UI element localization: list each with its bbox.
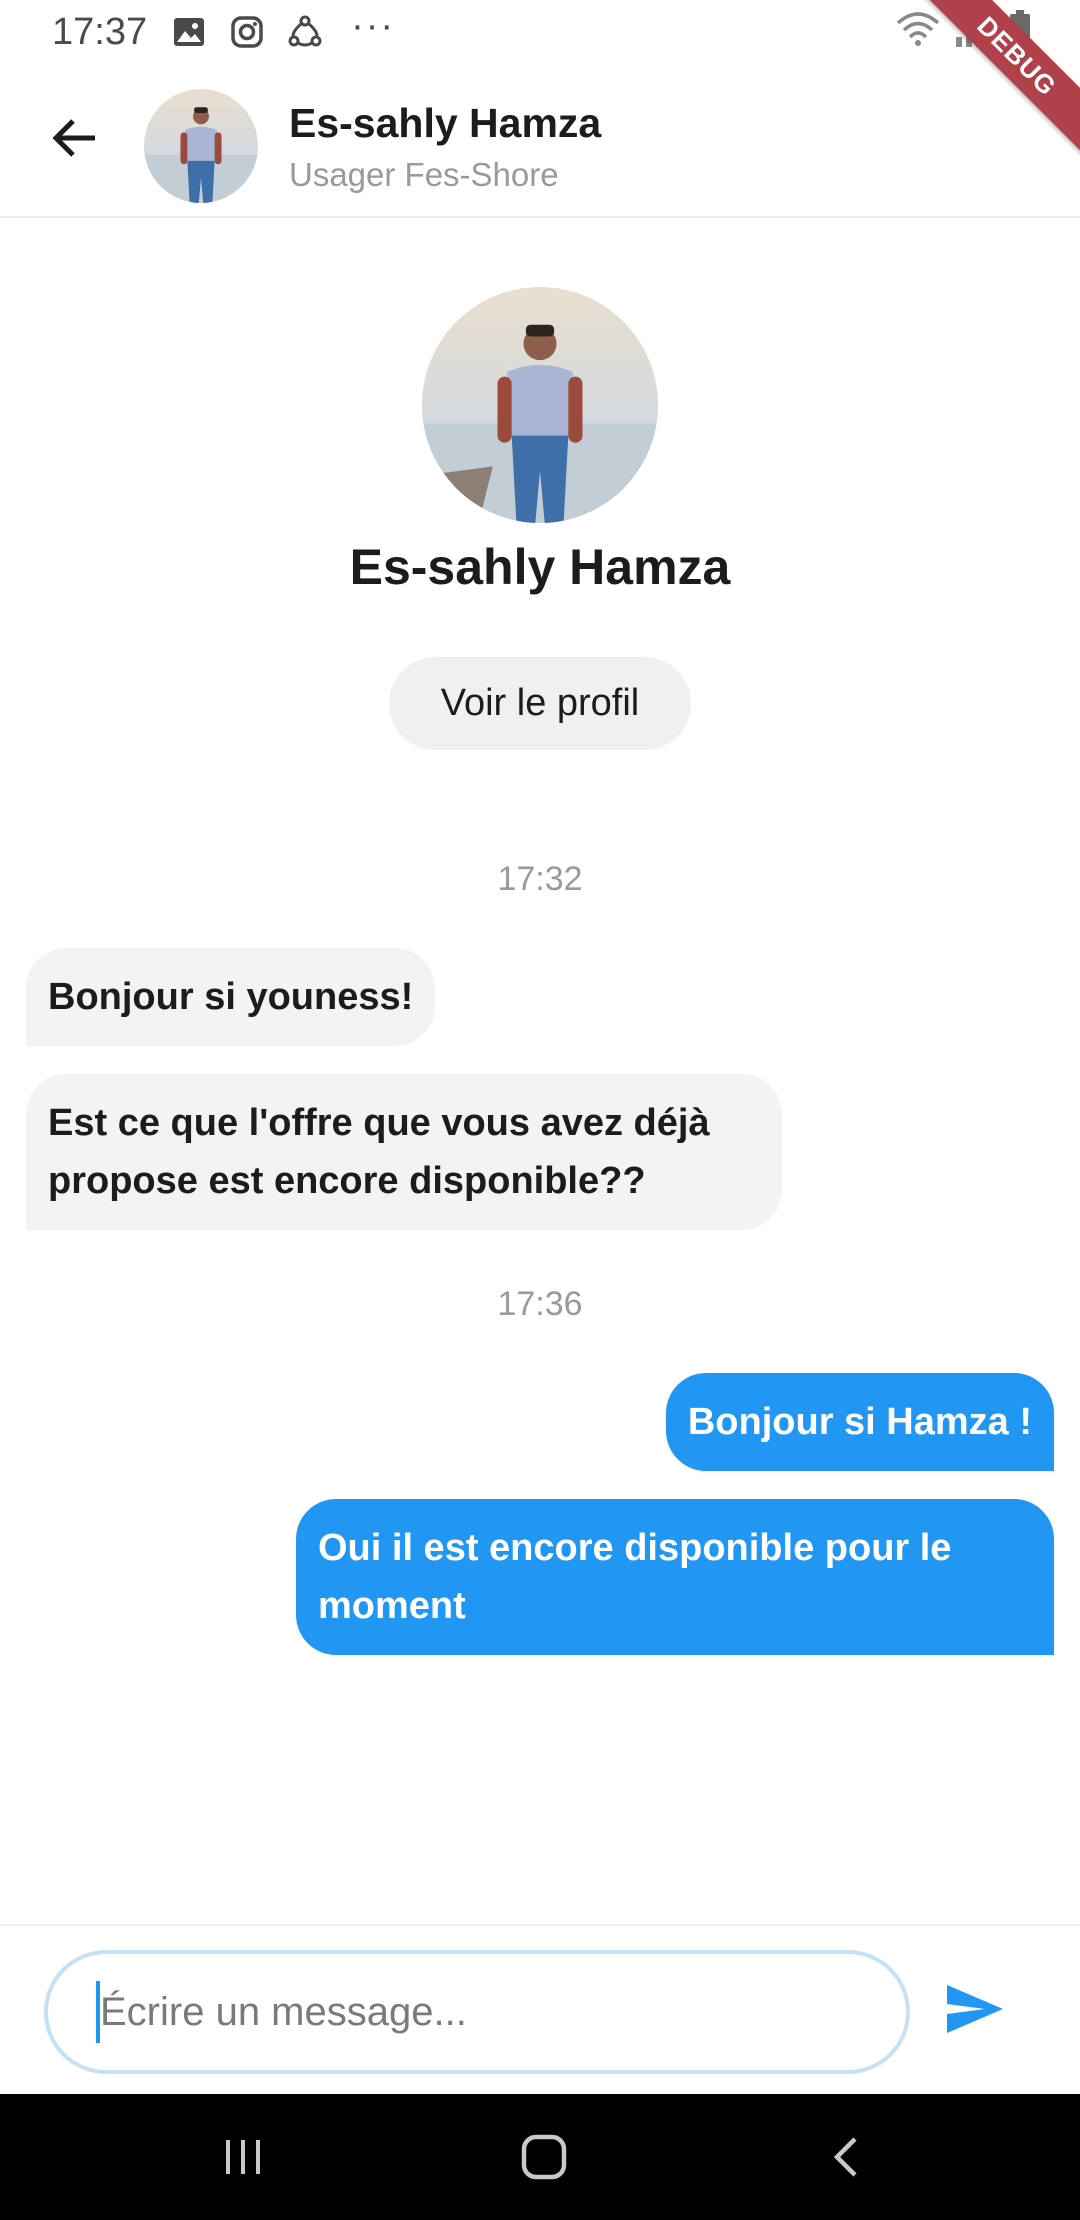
profile-avatar (422, 287, 658, 523)
message-timestamp: 17:32 (497, 860, 583, 898)
instagram-icon (227, 12, 267, 52)
home-icon (521, 2134, 567, 2180)
message-timestamp: 17:36 (497, 1285, 583, 1323)
message-input-container[interactable] (44, 1950, 910, 2074)
chat-header: Es-sahly Hamza Usager Fes-Shore (0, 64, 1080, 218)
status-time: 17:37 (52, 10, 148, 53)
send-button[interactable] (940, 1974, 1010, 2044)
arrow-back-icon (52, 119, 95, 157)
back-button[interactable] (44, 108, 104, 168)
status-bar: 17:37 ··· (0, 0, 1080, 64)
message-composer (0, 1924, 1080, 2094)
header-contact-subtitle: Usager Fes-Shore (289, 156, 559, 193)
header-avatar[interactable] (144, 89, 258, 203)
system-navigation-bar (0, 2094, 1080, 2220)
chevron-left-icon (833, 2137, 857, 2177)
outgoing-message-bubble[interactable]: Bonjour si Hamza ! (665, 1373, 1054, 1471)
share-icon (285, 12, 325, 52)
image-icon (169, 12, 209, 52)
incoming-message-bubble[interactable]: Bonjour si youness! (26, 948, 436, 1046)
nav-back-button[interactable] (817, 2127, 877, 2187)
recent-apps-icon (226, 2140, 260, 2174)
chat-screen: 17:37 ··· DEBUG Es-sahly Hamza Usager Fe… (0, 0, 1080, 2220)
incoming-message-bubble[interactable]: Est ce que l'offre que vous avez déjà pr… (26, 1074, 782, 1230)
avatar-photo (144, 89, 258, 203)
more-notifications-icon: ··· (351, 5, 396, 47)
header-contact-name: Es-sahly Hamza (289, 100, 602, 146)
message-input[interactable] (100, 1989, 860, 2035)
send-icon (947, 1985, 1003, 2033)
profile-name: Es-sahly Hamza (349, 539, 731, 595)
wifi-icon (896, 11, 940, 57)
recent-apps-button[interactable] (213, 2127, 273, 2187)
home-button[interactable] (514, 2127, 574, 2187)
avatar-photo (422, 287, 658, 523)
view-profile-button[interactable]: Voir le profil (389, 657, 691, 750)
outgoing-message-bubble[interactable]: Oui il est encore disponible pour le mom… (296, 1499, 1054, 1655)
